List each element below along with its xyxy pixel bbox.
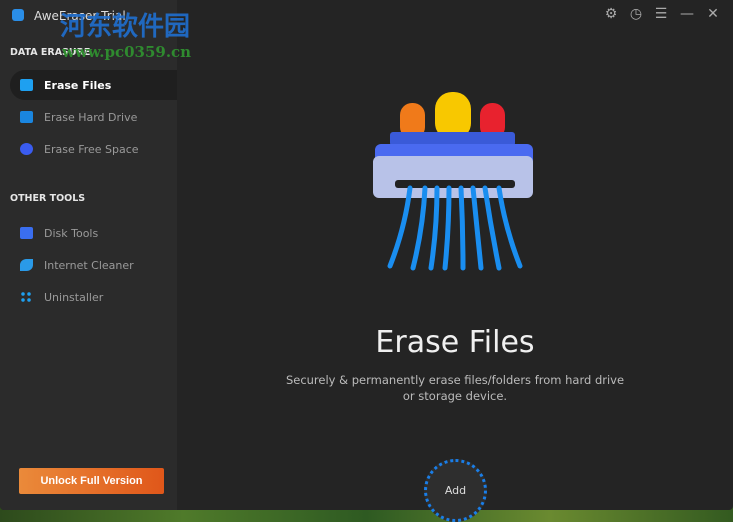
page-description: Securely & permanently erase files/folde…	[177, 372, 733, 404]
sidebar-item-label: Uninstaller	[44, 290, 104, 304]
minimize-icon[interactable]: —	[678, 6, 696, 22]
unlock-full-version-button[interactable]: Unlock Full Version	[19, 468, 164, 494]
watermark-url: www.pc0359.cn	[62, 43, 192, 61]
description-line: Securely & permanently erase files/folde…	[285, 373, 625, 387]
settings-icon[interactable]: ⚙	[602, 6, 620, 22]
watermark-text: 河东软件园	[60, 12, 191, 42]
sidebar-item-internet-cleaner[interactable]: Internet Cleaner	[10, 250, 177, 280]
close-icon[interactable]: ✕	[704, 6, 722, 22]
sidebar-item-erase-hard-drive[interactable]: Erase Hard Drive	[10, 102, 177, 132]
history-clock-icon[interactable]: ◷	[627, 6, 645, 22]
sidebar-item-label: Erase Free Space	[44, 142, 139, 156]
add-files-button[interactable]: Add	[424, 459, 487, 522]
sidebar-item-label: Erase Files	[44, 78, 112, 92]
sidebar-item-erase-files[interactable]: Erase Files	[10, 70, 177, 100]
sidebar-item-label: Disk Tools	[44, 226, 99, 240]
sidebar-item-erase-free-space[interactable]: Erase Free Space	[10, 134, 177, 164]
sidebar-item-disk-tools[interactable]: Disk Tools	[10, 218, 177, 248]
sidebar-item-label: Internet Cleaner	[44, 258, 134, 272]
description-line: or storage device.	[402, 389, 508, 403]
hard-drive-icon	[20, 111, 33, 123]
folder-icon	[20, 79, 33, 91]
shredder-illustration	[373, 92, 533, 271]
apps-icon	[20, 291, 33, 303]
pie-chart-icon	[20, 143, 33, 155]
app-window: AweEraser Trial DATA ERASURE Erase Files…	[0, 0, 733, 510]
rocket-icon	[20, 259, 33, 271]
app-logo-icon	[12, 9, 24, 21]
menu-icon[interactable]: ☰	[652, 6, 670, 22]
sidebar-item-uninstaller[interactable]: Uninstaller	[10, 282, 177, 312]
toolbox-icon	[20, 227, 33, 239]
sidebar: AweEraser Trial DATA ERASURE Erase Files…	[0, 0, 177, 510]
page-title: Erase Files	[375, 325, 535, 360]
section-other-tools: OTHER TOOLS	[10, 193, 86, 204]
sidebar-item-label: Erase Hard Drive	[44, 110, 138, 124]
